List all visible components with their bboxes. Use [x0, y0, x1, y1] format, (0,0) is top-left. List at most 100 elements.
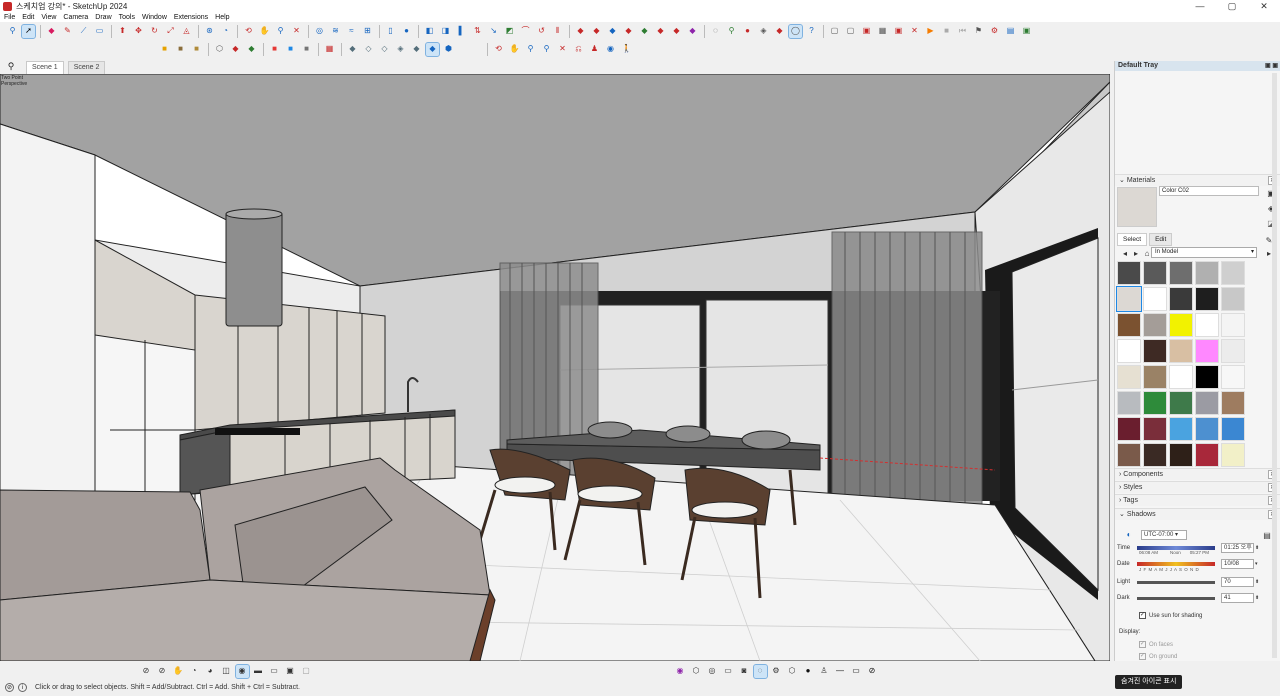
- back-edges-style-icon[interactable]: ⬢: [442, 43, 455, 56]
- material-swatch[interactable]: [1221, 261, 1245, 285]
- menu-camera[interactable]: Camera: [63, 14, 88, 21]
- iso-box-gray-icon[interactable]: ■: [300, 43, 313, 56]
- tab-select[interactable]: Select: [1117, 233, 1148, 246]
- push-pull-icon[interactable]: ⬆: [116, 25, 129, 38]
- iso-box-red-icon[interactable]: ■: [268, 43, 281, 56]
- material-swatch[interactable]: [1195, 391, 1219, 415]
- dropdown-icon[interactable]: ▾: [1255, 561, 1258, 567]
- display-icon[interactable]: ▭: [268, 665, 281, 678]
- material-swatch[interactable]: [1221, 339, 1245, 363]
- style-builder-icon[interactable]: ◈: [757, 25, 770, 38]
- material-swatch[interactable]: [1116, 286, 1142, 312]
- material-swatch[interactable]: [1221, 443, 1245, 467]
- spinner-icon[interactable]: ⬍: [1255, 545, 1259, 551]
- trimble-connect-icon[interactable]: ◉: [674, 665, 687, 678]
- timezone-select[interactable]: UTC-07:00 ▾: [1141, 529, 1187, 540]
- face-style-3-icon[interactable]: ▣: [860, 25, 873, 38]
- material-swatch[interactable]: [1195, 365, 1219, 389]
- text-tool-icon[interactable]: ↺: [535, 25, 548, 38]
- spinner-icon[interactable]: ⬍: [1255, 579, 1259, 585]
- look-icon[interactable]: ◕: [204, 665, 217, 678]
- hide-icon[interactable]: ⊘: [866, 665, 879, 678]
- pan-icon[interactable]: ✋: [258, 25, 271, 38]
- minimize-button[interactable]: —: [1184, 0, 1216, 12]
- cam-zoom-icon[interactable]: ⚲: [524, 43, 537, 56]
- menu-view[interactable]: View: [41, 14, 56, 21]
- light-field[interactable]: 70: [1221, 577, 1254, 587]
- paint-bucket-icon[interactable]: ◩: [503, 25, 516, 38]
- wireframe-style-icon[interactable]: ◇: [362, 43, 375, 56]
- video-icon[interactable]: ▭: [722, 665, 735, 678]
- date-slider[interactable]: [1137, 562, 1215, 566]
- material-swatch[interactable]: [1117, 443, 1141, 467]
- on-ground-checkbox[interactable]: ✓: [1139, 653, 1146, 660]
- material-swatch[interactable]: [1117, 365, 1141, 389]
- menu-help[interactable]: Help: [215, 14, 229, 21]
- material-swatch[interactable]: [1221, 287, 1245, 311]
- material-swatch[interactable]: [1169, 365, 1193, 389]
- material-swatch[interactable]: [1143, 417, 1167, 441]
- face-style-2-icon[interactable]: ▢: [844, 25, 857, 38]
- material-swatch[interactable]: [1169, 417, 1193, 441]
- line-tool-icon[interactable]: ⟋: [77, 25, 90, 38]
- material-swatch[interactable]: [1221, 391, 1245, 415]
- on-faces-checkbox[interactable]: ✓: [1139, 641, 1146, 648]
- dark-field[interactable]: 41: [1221, 593, 1254, 603]
- tags-panel-header[interactable]: › Tags ✕: [1115, 494, 1280, 506]
- material-swatch[interactable]: [1169, 339, 1193, 363]
- view-left-icon[interactable]: ◆: [654, 25, 667, 38]
- cam-walk-icon[interactable]: 🚶: [620, 43, 633, 56]
- zoom-icon[interactable]: ⚲: [274, 25, 287, 38]
- material-swatch[interactable]: [1195, 287, 1219, 311]
- material-swatch[interactable]: [1143, 287, 1167, 311]
- material-library-select[interactable]: In Model ▾: [1151, 247, 1257, 258]
- frame-icon[interactable]: ◫: [220, 665, 233, 678]
- components-panel-header[interactable]: › Components ✕: [1115, 468, 1280, 480]
- scene-search-icon[interactable]: ⚲: [0, 59, 22, 74]
- geo-status-icon[interactable]: ⊘: [5, 683, 14, 692]
- position-camera-icon[interactable]: ◆: [773, 25, 786, 38]
- material-name-field[interactable]: Color C02: [1159, 186, 1259, 196]
- material-swatch[interactable]: [1169, 287, 1193, 311]
- material-swatch[interactable]: [1195, 313, 1219, 337]
- menu-extensions[interactable]: Extensions: [174, 14, 208, 21]
- material-swatch[interactable]: [1143, 339, 1167, 363]
- tab-scene-1[interactable]: Scene 1: [26, 61, 64, 74]
- terrain-icon[interactable]: ≈: [345, 25, 358, 38]
- cube-icon[interactable]: ⬡: [690, 665, 703, 678]
- maximize-button[interactable]: ▢: [1216, 0, 1248, 12]
- material-swatch[interactable]: [1169, 443, 1193, 467]
- walk-mode-icon[interactable]: ◯: [788, 23, 803, 39]
- face-style-5-icon[interactable]: ▣: [892, 25, 905, 38]
- menu-file[interactable]: File: [4, 14, 15, 21]
- solid-union-icon[interactable]: ◆: [229, 43, 242, 56]
- dimension-tool-icon[interactable]: ⫴: [551, 25, 564, 38]
- cam-zoom-window-icon[interactable]: ⚲: [540, 43, 553, 56]
- material-swatch[interactable]: [1143, 261, 1167, 285]
- active-camera-icon[interactable]: ◉: [234, 663, 250, 679]
- cam-pan-icon[interactable]: ✋: [508, 43, 521, 56]
- material-swatch[interactable]: [1221, 365, 1245, 389]
- menu-edit[interactable]: Edit: [22, 14, 34, 21]
- shaded-style-icon[interactable]: ◈: [394, 43, 407, 56]
- material-swatch[interactable]: [1169, 391, 1193, 415]
- material-swatch[interactable]: [1117, 417, 1141, 441]
- menu-tools[interactable]: Tools: [119, 14, 135, 21]
- follow-me-icon[interactable]: ↘: [487, 25, 500, 38]
- screen-icon[interactable]: ▬: [252, 665, 265, 678]
- material-swatch[interactable]: [1195, 261, 1219, 285]
- window-icon[interactable]: ▣: [284, 665, 297, 678]
- sun-path-icon[interactable]: ◔: [188, 665, 201, 678]
- rect-outline-icon[interactable]: ▭: [850, 665, 863, 678]
- styles-panel-header[interactable]: › Styles ✕: [1115, 481, 1280, 493]
- monochrome-style-icon[interactable]: ◆: [425, 41, 440, 57]
- warehouse-icon[interactable]: ⊞: [361, 25, 374, 38]
- rotate-tool-icon[interactable]: ↻: [148, 25, 161, 38]
- light-slider[interactable]: [1137, 580, 1215, 584]
- extension-3-icon[interactable]: ▤: [1004, 25, 1017, 38]
- search-icon[interactable]: ⚲: [6, 25, 19, 38]
- dot-icon[interactable]: ●: [802, 665, 815, 678]
- zoom-window-icon[interactable]: ⚲: [725, 25, 738, 38]
- material-swatch[interactable]: [1117, 313, 1141, 337]
- zoom-extents-icon[interactable]: ✕: [290, 25, 303, 38]
